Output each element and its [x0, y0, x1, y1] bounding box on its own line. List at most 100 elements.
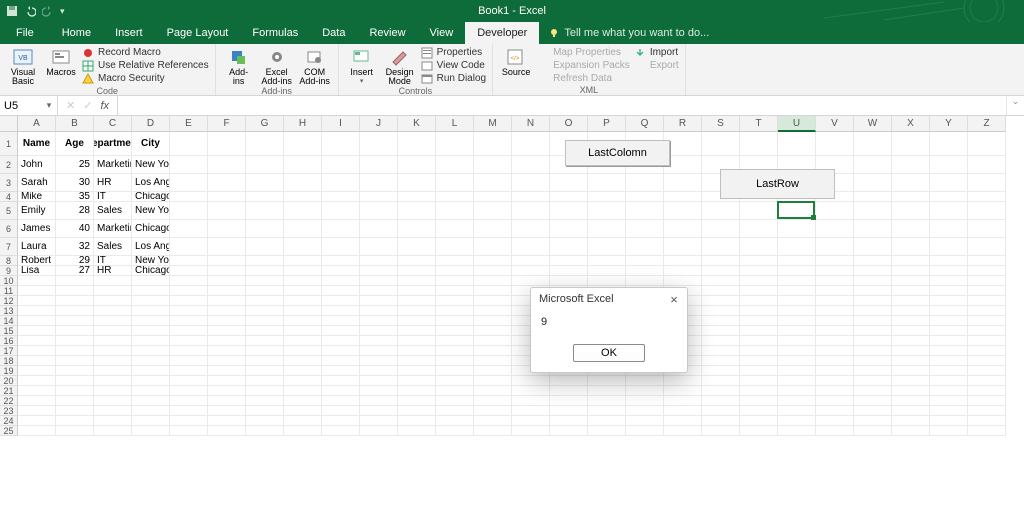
addins-button[interactable]: Add- ins [222, 46, 256, 86]
cell[interactable] [588, 192, 626, 202]
cell[interactable] [702, 220, 740, 238]
cell[interactable] [892, 376, 930, 386]
table-header[interactable]: City [132, 132, 170, 156]
cell[interactable] [18, 356, 56, 366]
cell[interactable]: IT [94, 192, 132, 202]
name-box-input[interactable] [0, 100, 42, 112]
design-mode-button[interactable]: Design Mode [383, 46, 417, 86]
cell[interactable] [398, 386, 436, 396]
cell[interactable] [778, 396, 816, 406]
cell[interactable] [778, 376, 816, 386]
cell[interactable]: Sales [94, 238, 132, 256]
cell[interactable] [246, 426, 284, 436]
cell[interactable] [778, 132, 816, 156]
properties-button[interactable]: Properties [421, 46, 486, 59]
cell[interactable] [208, 376, 246, 386]
cell[interactable] [208, 366, 246, 376]
cell[interactable] [968, 336, 1006, 346]
cell[interactable] [398, 326, 436, 336]
cell[interactable] [512, 156, 550, 174]
row-header-23[interactable]: 23 [0, 406, 18, 416]
cell[interactable] [436, 416, 474, 426]
cell[interactable] [398, 132, 436, 156]
cell[interactable] [132, 326, 170, 336]
cell[interactable] [854, 192, 892, 202]
cell[interactable] [968, 156, 1006, 174]
cell[interactable] [968, 396, 1006, 406]
cell[interactable] [778, 296, 816, 306]
cell[interactable] [436, 238, 474, 256]
cell[interactable] [474, 346, 512, 356]
row-header-14[interactable]: 14 [0, 316, 18, 326]
cell[interactable] [740, 326, 778, 336]
row-header-4[interactable]: 4 [0, 192, 18, 202]
cell[interactable] [892, 386, 930, 396]
cell[interactable] [512, 276, 550, 286]
cell[interactable] [360, 376, 398, 386]
cell[interactable] [702, 406, 740, 416]
cell[interactable] [816, 256, 854, 266]
cell[interactable] [588, 256, 626, 266]
cell[interactable] [512, 426, 550, 436]
cell[interactable] [930, 406, 968, 416]
cell[interactable] [588, 276, 626, 286]
column-header-H[interactable]: H [284, 116, 322, 132]
cell[interactable] [626, 376, 664, 386]
cell[interactable] [930, 306, 968, 316]
cell[interactable] [132, 336, 170, 346]
column-header-P[interactable]: P [588, 116, 626, 132]
cell[interactable] [56, 426, 94, 436]
row-header-6[interactable]: 6 [0, 220, 18, 238]
cell[interactable] [246, 306, 284, 316]
cell[interactable] [436, 276, 474, 286]
cell[interactable] [854, 220, 892, 238]
cell[interactable] [854, 396, 892, 406]
cell[interactable] [930, 346, 968, 356]
cell[interactable] [854, 376, 892, 386]
cell[interactable] [170, 296, 208, 306]
record-macro-button[interactable]: Record Macro [82, 46, 209, 59]
cell[interactable] [360, 220, 398, 238]
cell[interactable] [398, 202, 436, 220]
cell[interactable]: Sarah [18, 174, 56, 192]
cell[interactable]: 35 [56, 192, 94, 202]
cell[interactable] [892, 286, 930, 296]
cell[interactable] [550, 202, 588, 220]
cell[interactable] [208, 396, 246, 406]
cell[interactable] [284, 306, 322, 316]
cell[interactable]: 28 [56, 202, 94, 220]
row-header-13[interactable]: 13 [0, 306, 18, 316]
cell[interactable]: New York [132, 202, 170, 220]
cell[interactable] [930, 132, 968, 156]
cell[interactable] [208, 174, 246, 192]
cell[interactable] [930, 220, 968, 238]
cell[interactable] [94, 406, 132, 416]
cell[interactable] [588, 406, 626, 416]
cell[interactable] [512, 386, 550, 396]
cell[interactable] [968, 326, 1006, 336]
cell[interactable] [284, 336, 322, 346]
cell[interactable] [512, 396, 550, 406]
cell[interactable] [968, 366, 1006, 376]
cell[interactable] [474, 286, 512, 296]
row-header-7[interactable]: 7 [0, 238, 18, 256]
cell[interactable] [892, 396, 930, 406]
cell[interactable] [474, 386, 512, 396]
cell[interactable] [892, 356, 930, 366]
cell[interactable] [398, 266, 436, 276]
cell[interactable] [360, 276, 398, 286]
cell[interactable] [816, 276, 854, 286]
macros-button[interactable]: Macros [44, 46, 78, 86]
cell[interactable] [512, 174, 550, 192]
cell[interactable] [284, 202, 322, 220]
cell[interactable] [702, 386, 740, 396]
cell[interactable] [18, 316, 56, 326]
cell[interactable] [664, 220, 702, 238]
cell[interactable] [474, 156, 512, 174]
cell[interactable] [702, 306, 740, 316]
table-header[interactable]: Department [94, 132, 132, 156]
cell[interactable] [550, 256, 588, 266]
cell[interactable] [18, 326, 56, 336]
cell[interactable] [968, 220, 1006, 238]
cell[interactable] [740, 306, 778, 316]
